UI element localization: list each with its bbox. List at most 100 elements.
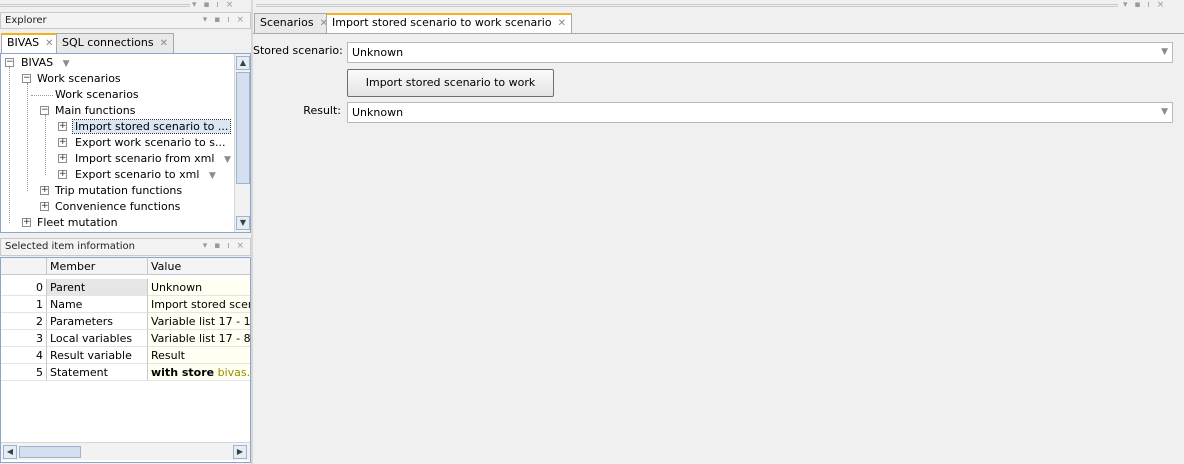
cell-value[interactable]: Result: [147, 347, 250, 364]
chevron-down-icon[interactable]: ▼: [1161, 43, 1168, 62]
result-label: Result:: [303, 104, 341, 117]
cell-value[interactable]: with store bivas.: [147, 364, 250, 381]
scroll-left-icon[interactable]: ◀: [3, 445, 17, 459]
tree-node-label: Trip mutation functions: [55, 184, 183, 197]
chevron-down-icon[interactable]: ▼: [63, 59, 70, 69]
table-row[interactable]: 4 Result variable Result: [1, 347, 250, 364]
tab-bivas-label: BIVAS: [7, 36, 40, 49]
tree-node-import-xml[interactable]: + Import scenario from xml ▼: [1, 151, 231, 167]
cell-member[interactable]: Parameters: [46, 313, 147, 330]
top-left-grip[interactable]: [0, 4, 190, 7]
table-row[interactable]: 5 Statement with store bivas.: [1, 364, 250, 381]
tab-import-label: Import stored scenario to work scenario: [332, 16, 552, 29]
tab-import-stored-scenario[interactable]: Import stored scenario to work scenario ✕: [326, 13, 572, 33]
tree-node-label: Work scenarios: [37, 72, 121, 85]
explorer-tabs: BIVAS ✕ SQL connections ✕: [0, 33, 251, 53]
chevron-down-icon[interactable]: ▼: [209, 171, 216, 181]
cell-member[interactable]: Statement: [46, 364, 147, 381]
tree-node-label: Work scenarios: [55, 88, 139, 101]
scroll-thumb[interactable]: [19, 446, 81, 458]
close-icon[interactable]: ✕: [45, 38, 53, 49]
info-title-bar: Selected item information ▾ ▪ ı ×: [0, 238, 251, 256]
tree-node-label: Fleet mutation: [37, 216, 118, 229]
cell-member[interactable]: Result variable: [46, 347, 147, 364]
tree-node-label: Export work scenario to s...: [75, 136, 226, 149]
chevron-down-icon[interactable]: ▼: [1161, 103, 1168, 122]
tree-vertical-scrollbar[interactable]: ▲ ▼: [234, 54, 250, 232]
close-icon[interactable]: ✕: [160, 38, 168, 49]
scroll-thumb[interactable]: [236, 72, 250, 184]
result-value: Unknown: [352, 106, 404, 119]
close-icon[interactable]: ✕: [558, 18, 566, 29]
top-right-controls[interactable]: ▾ ▪ ı ×: [1123, 0, 1166, 10]
tree-node-work-scenarios-child[interactable]: Work scenarios: [55, 87, 139, 103]
document-tabs: Scenarios ✕ Import stored scenario to wor…: [253, 13, 1184, 33]
tree-node-fleet-mutation[interactable]: + Fleet mutation: [1, 215, 118, 231]
tree-node-work-scenarios[interactable]: − Work scenarios: [1, 71, 121, 87]
tree-node-convenience[interactable]: + Convenience functions: [1, 199, 180, 215]
tree-node-label: Convenience functions: [55, 200, 181, 213]
tab-sql-connections[interactable]: SQL connections ✕: [56, 33, 174, 53]
explorer-tree: − BIVAS ▼ − Work scenarios Work scenario…: [0, 53, 251, 233]
row-index: 4: [1, 347, 46, 364]
collapse-icon[interactable]: −: [40, 106, 49, 115]
tree-node-label: Import scenario from xml: [75, 152, 215, 165]
top-left-controls[interactable]: ▾ ▪ ı ×: [192, 0, 235, 10]
table-row[interactable]: 2 Parameters Variable list 17 - 135: [1, 313, 250, 330]
cell-member[interactable]: Name: [46, 296, 147, 313]
scroll-down-icon[interactable]: ▼: [236, 216, 250, 230]
grid-header: Member Value: [1, 258, 250, 275]
scroll-up-icon[interactable]: ▲: [236, 56, 250, 70]
column-header-member[interactable]: Member: [46, 258, 147, 275]
tab-sql-label: SQL connections: [62, 36, 154, 49]
table-row[interactable]: 1 Name Import stored scenar: [1, 296, 250, 313]
cell-member[interactable]: Local variables: [46, 330, 147, 347]
import-stored-scenario-button[interactable]: Import stored scenario to work scenario: [347, 69, 554, 115]
stored-scenario-select[interactable]: Unknown ▼: [347, 42, 1173, 63]
grid-horizontal-scrollbar[interactable]: ◀ ▶: [1, 442, 250, 460]
statement-keyword: with store: [151, 366, 215, 379]
cell-value[interactable]: Variable list 17 - 135: [147, 313, 250, 330]
tree-node-export-xml[interactable]: + Export scenario to xml ▼: [1, 167, 216, 183]
scroll-right-icon[interactable]: ▶: [233, 445, 247, 459]
expand-icon[interactable]: +: [58, 122, 67, 131]
grid-corner: [1, 258, 46, 275]
tab-scenarios[interactable]: Scenarios ✕: [254, 13, 334, 33]
expand-icon[interactable]: +: [58, 154, 67, 163]
item-info-grid: Member Value 0 Parent Unknown 1 Name Imp…: [0, 257, 251, 463]
expand-icon[interactable]: +: [58, 138, 67, 147]
tab-scenarios-label: Scenarios: [260, 16, 314, 29]
result-select[interactable]: Unknown ▼: [347, 102, 1173, 123]
expand-icon[interactable]: +: [40, 186, 49, 195]
collapse-icon[interactable]: −: [5, 58, 14, 67]
cell-value[interactable]: Unknown: [147, 279, 250, 296]
top-right-grip[interactable]: [256, 4, 1118, 7]
stored-scenario-value: Unknown: [352, 46, 404, 59]
cell-value[interactable]: Import stored scenar: [147, 296, 250, 313]
tab-bivas[interactable]: BIVAS ✕: [1, 33, 60, 53]
cell-value[interactable]: Variable list 17 - 849: [147, 330, 250, 347]
tree-node-main-functions[interactable]: − Main functions: [1, 103, 135, 119]
explorer-panel-controls[interactable]: ▾ ▪ ı ×: [203, 13, 246, 28]
chevron-down-icon[interactable]: ▼: [224, 155, 231, 165]
row-index: 5: [1, 364, 46, 381]
column-header-value[interactable]: Value: [147, 258, 250, 275]
tree-guide: [31, 95, 53, 96]
tree-node-label: BIVAS: [21, 56, 54, 69]
cell-member[interactable]: Parent: [46, 279, 147, 296]
expand-icon[interactable]: +: [40, 202, 49, 211]
tree-node-trip-mutation[interactable]: + Trip mutation functions: [1, 183, 182, 199]
info-panel-controls[interactable]: ▾ ▪ ı ×: [203, 239, 246, 254]
explorer-title: Explorer: [5, 15, 47, 26]
collapse-icon[interactable]: −: [22, 74, 31, 83]
table-row[interactable]: 0 Parent Unknown: [1, 279, 250, 296]
stored-scenario-label: Stored scenario:: [253, 44, 343, 57]
tree-node-import-stored[interactable]: + Import stored scenario to ...: [1, 119, 232, 135]
expand-icon[interactable]: +: [22, 218, 31, 227]
tree-node-root[interactable]: − BIVAS ▼: [1, 55, 70, 71]
table-row[interactable]: 3 Local variables Variable list 17 - 849: [1, 330, 250, 347]
tree-node-export-work[interactable]: + Export work scenario to s... ▼: [1, 135, 242, 151]
row-index: 2: [1, 313, 46, 330]
tree-node-label: Main functions: [55, 104, 136, 117]
expand-icon[interactable]: +: [58, 170, 67, 179]
